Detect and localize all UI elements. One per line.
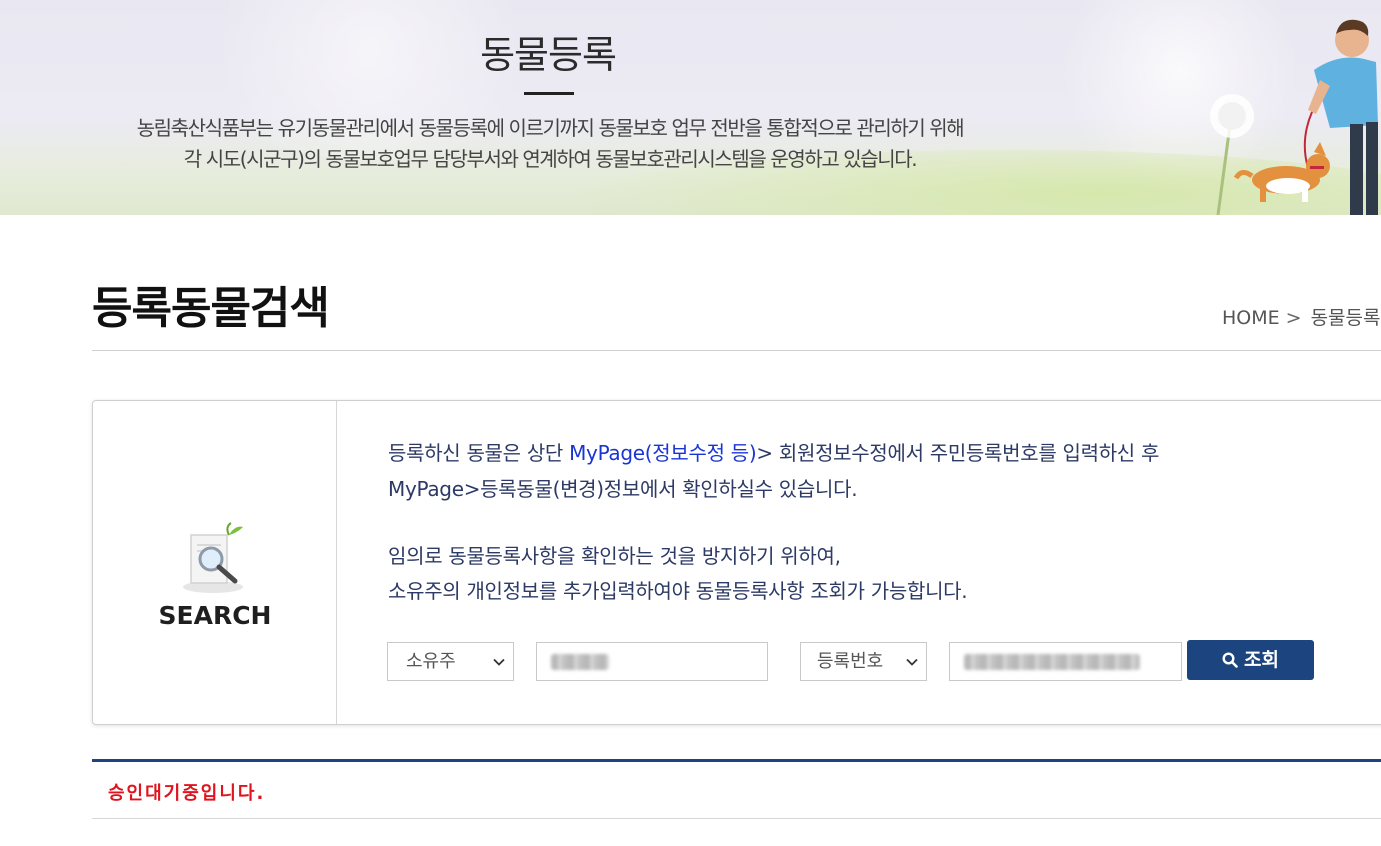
guide-text: 등록하신 동물은 상단 — [388, 441, 570, 465]
person-icon — [1308, 19, 1378, 215]
owner-name-input[interactable] — [536, 642, 768, 681]
page-title: 등록동물검색 — [92, 283, 330, 334]
search-panel-label-area: SEARCH — [93, 401, 337, 724]
dog-walking-illustration — [1210, 19, 1378, 215]
search-button[interactable]: 조회 — [1187, 640, 1314, 680]
registration-type-selected: 등록번호 — [817, 651, 884, 672]
guide-text-line: MyPage>등록동물(변경)정보에서 확인하실수 있습니다. — [388, 477, 858, 501]
search-panel: SEARCH 등록하신 동물은 상단 MyPage(정보수정 등)> 회원정보수… — [92, 400, 1381, 725]
mypage-edit-link[interactable]: MyPage(정보수정 등) — [569, 441, 757, 465]
owner-type-select[interactable]: 소유주 — [387, 642, 514, 681]
banner-divider — [524, 92, 574, 95]
breadcrumb-current[interactable]: 동물등록 — [1311, 307, 1381, 329]
owner-name-value-blurred — [551, 654, 609, 670]
search-icon — [1222, 652, 1238, 668]
dandelion-icon — [1210, 94, 1254, 215]
result-top-border — [92, 759, 1381, 762]
breadcrumb-home-link[interactable]: HOME — [1222, 307, 1280, 329]
guide-text-line: 임의로 동물등록사항을 확인하는 것을 방지하기 위하여, — [388, 544, 841, 568]
top-banner: 동물등록 농림축산식품부는 유기동물관리에서 동물등록에 이르기까지 동물보호 … — [0, 0, 1381, 215]
banner-description: 농림축산식품부는 유기동물관리에서 동물등록에 이르기까지 동물보호 업무 전반… — [0, 113, 1100, 175]
guide-text: > 회원정보수정에서 주민등록번호를 입력하신 후 — [756, 441, 1160, 465]
registration-number-value-blurred — [964, 654, 1140, 670]
breadcrumb-separator: > — [1285, 307, 1302, 329]
breadcrumb: HOME > 동물등록 — [1222, 303, 1380, 330]
search-button-label: 조회 — [1244, 649, 1279, 671]
chevron-down-icon — [906, 658, 918, 666]
registration-number-input[interactable] — [949, 642, 1182, 681]
chevron-down-icon — [493, 658, 505, 666]
result-status-message: 승인대기중입니다. — [108, 783, 266, 804]
dog-icon — [1233, 142, 1330, 202]
search-label: SEARCH — [158, 601, 272, 630]
result-bottom-border — [92, 818, 1381, 819]
banner-title: 동물등록 — [480, 33, 617, 77]
banner-description-line: 농림축산식품부는 유기동물관리에서 동물등록에 이르기까지 동물보호 업무 전반… — [136, 116, 965, 140]
owner-type-selected: 소유주 — [406, 651, 456, 672]
registration-type-select[interactable]: 등록번호 — [800, 642, 927, 681]
banner-description-line: 각 시도(시군구)의 동물보호업무 담당부서와 연계하여 동물보호관리시스템을 … — [183, 147, 918, 171]
title-divider — [92, 350, 1381, 351]
guide-text-line: 등록하신 동물은 상단 MyPage(정보수정 등)> 회원정보수정에서 주민등… — [388, 437, 1159, 466]
guide-text-line: 소유주의 개인정보를 추가입력하여야 동물등록사항 조회가 가능합니다. — [388, 579, 968, 603]
magnifier-document-icon — [183, 522, 243, 593]
